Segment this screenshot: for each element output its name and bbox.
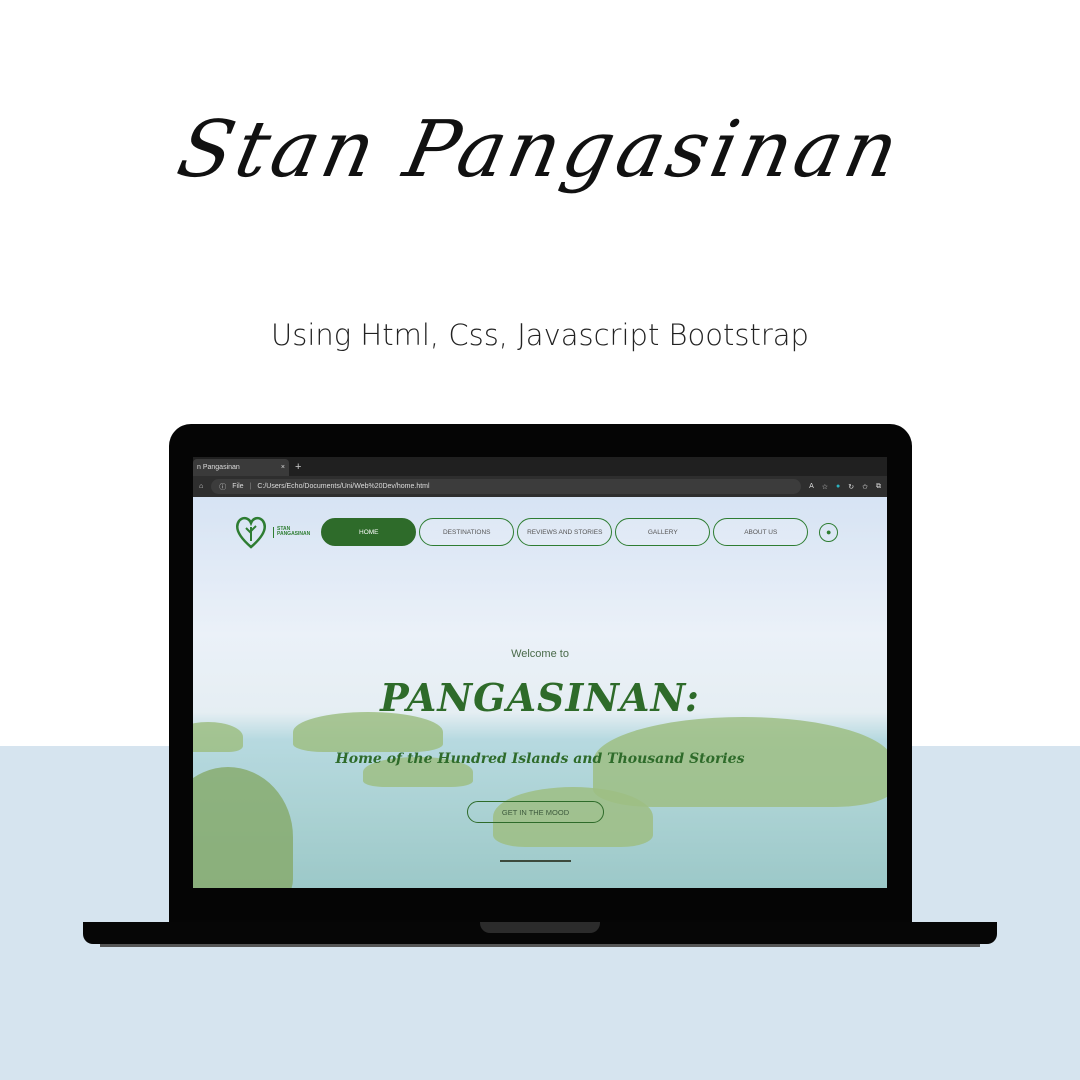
read-aloud-icon[interactable]: A	[809, 483, 814, 490]
get-in-the-mood-button[interactable]: GET IN THE MOOD	[467, 801, 604, 823]
laptop-screen: n Pangasinan × + ⌂ ⓘ File | C:/Users/Ech…	[193, 457, 887, 888]
nav-about-us[interactable]: ABOUT US	[713, 518, 809, 546]
hero-title: PANGASINAN:	[380, 675, 700, 720]
poster-title: Stan Pangasinan	[170, 105, 910, 195]
info-icon: ⓘ	[219, 483, 227, 491]
site-logo[interactable]: STAN PANGASINAN	[233, 515, 310, 549]
url-scheme: File	[232, 483, 244, 490]
nav-reviews-and-stories[interactable]: REVIEWS AND STORIES	[517, 518, 613, 546]
browser-tab-bar: n Pangasinan × +	[193, 457, 887, 476]
divider	[500, 860, 571, 862]
laptop-shadow	[100, 944, 980, 947]
heart-leaf-icon	[235, 516, 267, 549]
site-navbar: STAN PANGASINAN HOME DESTINATIONS REVIEWS…	[233, 515, 839, 549]
collections-icon[interactable]: ⧉	[876, 483, 881, 491]
nav-gallery[interactable]: GALLERY	[615, 518, 711, 546]
hero-tagline: Home of the Hundred Islands and Thousand…	[335, 751, 745, 767]
poster-subtitle: Using Html, Css, Javascript Bootstrap	[271, 318, 809, 352]
webpage: STAN PANGASINAN HOME DESTINATIONS REVIEWS…	[193, 497, 887, 888]
welcome-text: Welcome to	[511, 648, 569, 660]
tab-title: n Pangasinan	[197, 464, 240, 471]
browser-tab[interactable]: n Pangasinan ×	[193, 459, 289, 476]
nav-destinations[interactable]: DESTINATIONS	[419, 518, 515, 546]
favorite-icon[interactable]: ☆	[822, 483, 828, 491]
favorites-icon[interactable]: ✩	[862, 483, 868, 491]
new-tab-button[interactable]: +	[289, 461, 307, 476]
logo-text: PANGASINAN	[277, 531, 311, 537]
url-text: C:/Users/Echo/Documents/Uni/Web%20Dev/ho…	[257, 483, 430, 490]
extension-icon[interactable]: ●	[836, 483, 840, 490]
refresh-icon[interactable]: ↻	[848, 483, 854, 491]
address-bar-row: ⌂ ⓘ File | C:/Users/Echo/Documents/Uni/W…	[193, 476, 887, 497]
close-icon[interactable]: ×	[281, 464, 285, 471]
user-icon[interactable]: ●	[819, 522, 839, 542]
laptop-notch	[480, 922, 600, 933]
home-icon[interactable]: ⌂	[199, 483, 203, 490]
nav-home[interactable]: HOME	[321, 518, 417, 546]
url-input[interactable]: ⓘ File | C:/Users/Echo/Documents/Uni/Web…	[211, 479, 802, 494]
